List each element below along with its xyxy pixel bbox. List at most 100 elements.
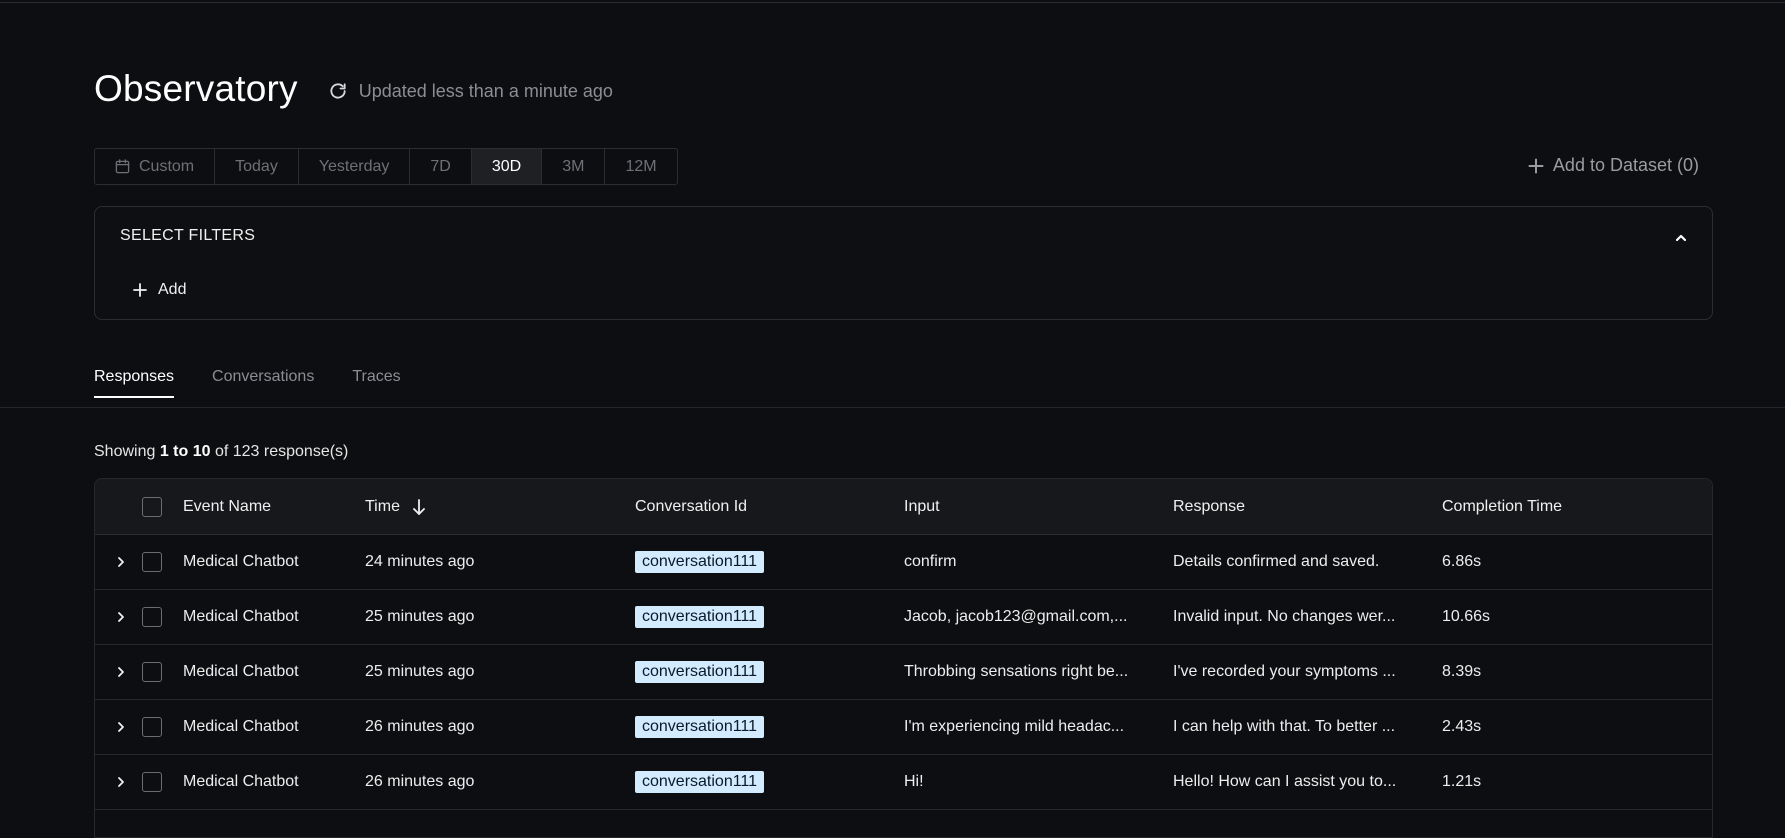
tabs-divider	[0, 407, 1785, 408]
conversation-id-cell: conversation111	[635, 700, 895, 754]
table-header: Event Name Time Conversation Id Input Re…	[95, 479, 1712, 535]
input-text: confirm	[904, 553, 957, 570]
input-cell: confirm	[904, 535, 1134, 589]
expand-row-button[interactable]	[111, 755, 131, 809]
calendar-icon	[115, 159, 130, 174]
event-name-cell: Medical Chatbot	[183, 553, 299, 570]
range-label: 7D	[430, 157, 451, 175]
time-cell: 26 minutes ago	[365, 718, 475, 735]
time-cell: 25 minutes ago	[365, 608, 475, 625]
conversation-id-tag[interactable]: conversation111	[635, 551, 765, 573]
chevron-right-icon	[118, 667, 124, 677]
date-range-selector: Custom Today Yesterday 7D 30D 3M 12M	[94, 148, 678, 185]
time-cell: 26 minutes ago	[365, 773, 475, 790]
table-row[interactable]: Medical Chatbot 26 minutes ago conversatio…	[95, 755, 1712, 810]
add-to-dataset-label: Add to Dataset (0)	[1552, 155, 1699, 175]
completion-time-cell: 8.39s	[1442, 663, 1482, 680]
completion-time-cell: 1.21s	[1442, 773, 1482, 790]
range-custom[interactable]: Custom	[95, 149, 216, 184]
range-3m[interactable]: 3M	[542, 149, 606, 184]
completion-time-cell: 2.43s	[1442, 718, 1482, 735]
row-select-cell	[142, 590, 162, 644]
table-body: Medical Chatbot 24 minutes ago conversatio…	[95, 535, 1712, 810]
tab-conversations[interactable]: Conversations	[212, 368, 314, 398]
select-all-checkbox[interactable]	[142, 496, 162, 517]
range-7d[interactable]: 7D	[410, 149, 472, 184]
showing-prefix: Showing	[94, 443, 156, 460]
filters-title: SELECT FILTERS	[120, 227, 256, 244]
event-name-cell: Medical Chatbot	[183, 663, 299, 680]
chevron-right-icon	[118, 777, 124, 787]
results-summary: Showing 1 to 10 of 123 response(s)	[94, 443, 348, 461]
input-text: I'm experiencing mild headac...	[904, 718, 1125, 735]
plus-icon	[1528, 158, 1544, 173]
add-filter-button[interactable]: Add	[133, 281, 186, 299]
input-text: Hi!	[904, 773, 924, 790]
response-cell: I've recorded your symptoms ...	[1173, 645, 1403, 699]
row-select-cell	[142, 755, 162, 809]
arrow-down-icon[interactable]	[412, 498, 426, 516]
column-header-time-label: Time	[365, 497, 400, 515]
chevron-right-icon	[118, 612, 124, 622]
table-row[interactable]: Medical Chatbot 26 minutes ago conversatio…	[95, 700, 1712, 755]
conversation-id-cell: conversation111	[635, 645, 895, 699]
range-12m[interactable]: 12M	[605, 149, 676, 184]
conversation-id-tag[interactable]: conversation111	[635, 606, 765, 628]
time-cell: 24 minutes ago	[365, 553, 475, 570]
chevron-right-icon	[118, 722, 124, 732]
response-text: Invalid input. No changes wer...	[1173, 608, 1396, 625]
expand-row-button[interactable]	[111, 535, 131, 589]
event-name-cell: Medical Chatbot	[183, 773, 299, 790]
column-header-conversation-id[interactable]: Conversation Id	[635, 479, 895, 534]
conversation-id-tag[interactable]: conversation111	[635, 661, 765, 683]
conversation-id-tag[interactable]: conversation111	[635, 771, 765, 793]
column-header-time[interactable]: Time	[365, 479, 615, 534]
row-select-cell	[142, 700, 162, 754]
row-checkbox[interactable]	[142, 662, 162, 682]
view-tabs: Responses Conversations Traces	[94, 368, 439, 398]
table-row[interactable]: Medical Chatbot 25 minutes ago conversatio…	[95, 590, 1712, 645]
column-header-event-name[interactable]: Event Name	[183, 479, 353, 534]
input-cell: Jacob, jacob123@gmail.com,...	[904, 590, 1134, 644]
response-cell: Invalid input. No changes wer...	[1173, 590, 1403, 644]
expand-row-button[interactable]	[111, 700, 131, 754]
column-header-completion-time[interactable]: Completion Time	[1442, 479, 1642, 534]
input-text: Jacob, jacob123@gmail.com,...	[904, 608, 1128, 625]
column-header-response[interactable]: Response	[1173, 479, 1403, 534]
page-title: Observatory	[94, 68, 298, 109]
range-today[interactable]: Today	[215, 149, 299, 184]
last-updated: Updated less than a minute ago	[328, 81, 613, 102]
table-row[interactable]: Medical Chatbot 24 minutes ago conversatio…	[95, 535, 1712, 590]
row-checkbox[interactable]	[142, 607, 162, 627]
column-header-input[interactable]: Input	[904, 479, 1134, 534]
refresh-icon[interactable]	[328, 81, 348, 101]
expand-row-button[interactable]	[111, 645, 131, 699]
conversation-id-cell: conversation111	[635, 535, 895, 589]
tab-responses[interactable]: Responses	[94, 368, 175, 398]
conversation-id-cell: conversation111	[635, 755, 895, 809]
tab-traces[interactable]: Traces	[352, 368, 400, 398]
response-text: I can help with that. To better ...	[1173, 718, 1396, 735]
input-cell: I'm experiencing mild headac...	[904, 700, 1134, 754]
row-checkbox[interactable]	[142, 552, 162, 572]
event-name-cell: Medical Chatbot	[183, 608, 299, 625]
range-30d[interactable]: 30D	[471, 149, 543, 184]
conversation-id-tag[interactable]: conversation111	[635, 716, 765, 738]
top-divider	[0, 2, 1785, 3]
range-yesterday[interactable]: Yesterday	[299, 149, 411, 184]
response-cell: I can help with that. To better ...	[1173, 700, 1403, 754]
expand-row-button[interactable]	[111, 590, 131, 644]
chevron-up-icon[interactable]	[1674, 231, 1688, 245]
range-label: 3M	[562, 157, 585, 175]
chevron-right-icon	[118, 557, 124, 567]
table-row[interactable]: Medical Chatbot 25 minutes ago conversatio…	[95, 645, 1712, 700]
add-filter-label: Add	[158, 281, 187, 298]
row-checkbox[interactable]	[142, 772, 162, 792]
response-text: I've recorded your symptoms ...	[1173, 663, 1396, 680]
filters-panel: SELECT FILTERS Add	[94, 206, 1713, 320]
showing-range: 1 to 10	[159, 443, 211, 460]
row-checkbox[interactable]	[142, 717, 162, 737]
select-all-cell	[142, 479, 162, 534]
add-to-dataset-button[interactable]: Add to Dataset (0)	[1528, 155, 1699, 176]
input-text: Throbbing sensations right be...	[904, 663, 1129, 680]
